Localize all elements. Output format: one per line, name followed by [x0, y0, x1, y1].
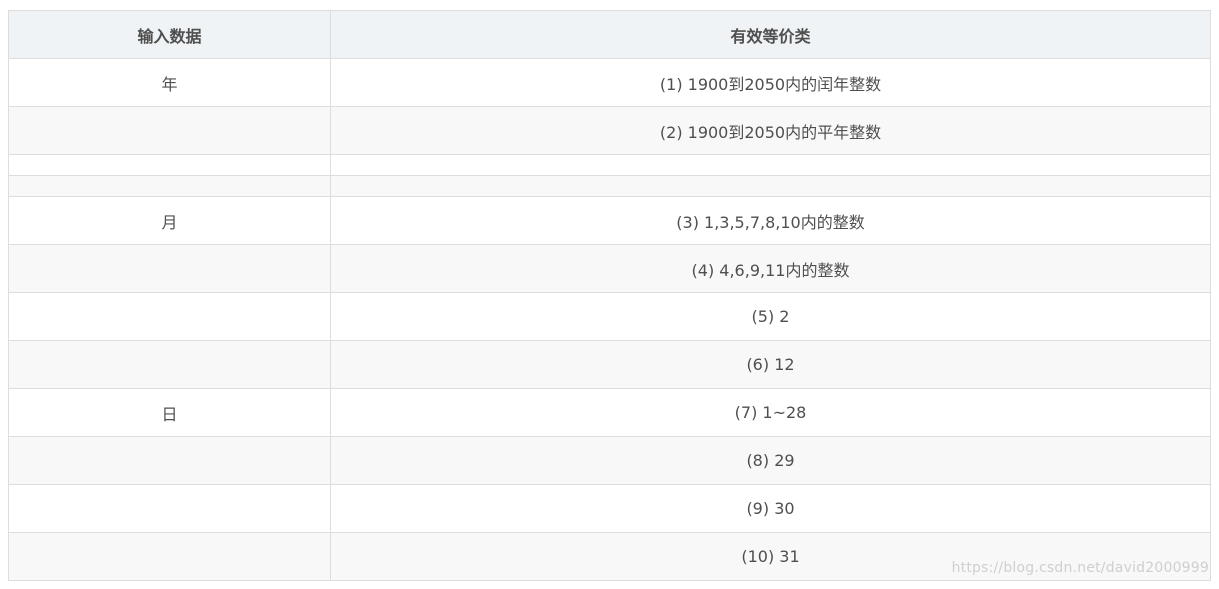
table-header-row: 输入数据 有效等价类: [8, 10, 1211, 59]
table-row: (2) 1900到2050内的平年整数: [8, 106, 1211, 155]
cell-class: (5) 2: [330, 292, 1211, 341]
cell-input: 月: [8, 196, 331, 245]
table-row: (6) 12: [8, 340, 1211, 389]
cell-input: [8, 532, 331, 581]
table-row: 月 (3) 1,3,5,7,8,10内的整数: [8, 196, 1211, 245]
cell-input: [8, 292, 331, 341]
table-row-empty: [8, 175, 1211, 197]
cell-input: [8, 175, 331, 197]
header-valid-class: 有效等价类: [330, 10, 1211, 59]
table-row: (5) 2: [8, 292, 1211, 341]
cell-input: 日: [8, 388, 331, 437]
cell-class: (1) 1900到2050内的闰年整数: [330, 58, 1211, 107]
table-row: 日 (7) 1~28: [8, 388, 1211, 437]
cell-input: [8, 106, 331, 155]
header-input-data: 输入数据: [8, 10, 331, 59]
cell-class: (6) 12: [330, 340, 1211, 389]
cell-input: 年: [8, 58, 331, 107]
cell-input: [8, 340, 331, 389]
cell-class: (3) 1,3,5,7,8,10内的整数: [330, 196, 1211, 245]
equivalence-class-table: 输入数据 有效等价类 年 (1) 1900到2050内的闰年整数 (2) 190…: [8, 10, 1211, 581]
table-row: (9) 30: [8, 484, 1211, 533]
cell-class: [330, 175, 1211, 197]
table-row-empty: [8, 154, 1211, 176]
cell-input: [8, 244, 331, 293]
table-row: 年 (1) 1900到2050内的闰年整数: [8, 58, 1211, 107]
cell-class: (7) 1~28: [330, 388, 1211, 437]
equivalence-class-table-container: 输入数据 有效等价类 年 (1) 1900到2050内的闰年整数 (2) 190…: [8, 10, 1211, 581]
cell-class: (2) 1900到2050内的平年整数: [330, 106, 1211, 155]
watermark-text: https://blog.csdn.net/david2000999: [951, 560, 1209, 576]
cell-class: (9) 30: [330, 484, 1211, 533]
table-row: (4) 4,6,9,11内的整数: [8, 244, 1211, 293]
cell-input: [8, 154, 331, 176]
cell-class: (8) 29: [330, 436, 1211, 485]
cell-class: [330, 154, 1211, 176]
cell-input: [8, 484, 331, 533]
cell-class: (4) 4,6,9,11内的整数: [330, 244, 1211, 293]
cell-input: [8, 436, 331, 485]
table-row: (8) 29: [8, 436, 1211, 485]
